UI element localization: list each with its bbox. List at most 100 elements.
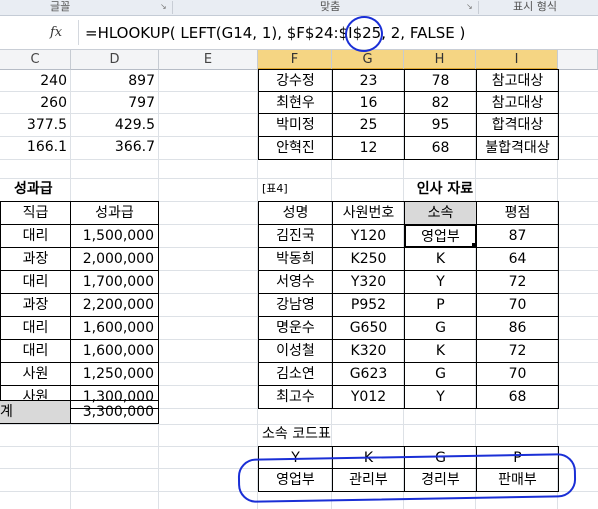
table-cell[interactable]: P <box>404 293 477 317</box>
cell-value[interactable]: 240 <box>0 70 71 92</box>
table-header[interactable]: 사원번호 <box>332 201 405 225</box>
cell-value[interactable]: 166.1 <box>0 136 71 158</box>
column-header-h[interactable]: H <box>404 50 476 70</box>
table-cell[interactable]: 사원 <box>0 362 71 386</box>
column-header-j[interactable] <box>558 50 598 70</box>
table-cell[interactable]: 박미정 <box>258 113 333 137</box>
table-cell[interactable]: 이성철 <box>258 339 333 363</box>
table-cell[interactable]: 1,600,000 <box>70 316 159 340</box>
table-cell[interactable]: 12 <box>332 136 405 160</box>
formula-input[interactable]: =HLOOKUP( LEFT(G14, 1), $F$24:$I$25, 2, … <box>85 24 465 42</box>
table-cell[interactable]: 합격대상 <box>476 113 559 137</box>
table-cell[interactable]: 64 <box>476 247 559 271</box>
table-cell[interactable]: 김소연 <box>258 362 333 386</box>
table-header[interactable]: 성명 <box>258 201 333 225</box>
cell-value[interactable]: 366.7 <box>71 136 159 158</box>
table-cell[interactable]: G <box>404 362 477 386</box>
table-header[interactable]: 성과급 <box>70 201 159 225</box>
table-cell[interactable]: 2,000,000 <box>70 247 159 271</box>
cell-value[interactable]: 260 <box>0 92 71 114</box>
table-header[interactable]: 직급 <box>0 201 71 225</box>
table-cell[interactable]: 강남영 <box>258 293 333 317</box>
table-cell[interactable]: Y <box>404 270 477 294</box>
code-table-title: 소속 코드표 <box>262 426 331 442</box>
table-header[interactable]: 소속 <box>404 201 477 225</box>
table-cell[interactable]: 대리 <box>0 270 71 294</box>
table-cell[interactable]: 김진국 <box>258 224 333 248</box>
table-cell[interactable]: 16 <box>332 91 405 114</box>
table-cell[interactable]: 서영수 <box>258 270 333 294</box>
table-cell[interactable]: Y <box>404 385 477 409</box>
table-cell[interactable]: K320 <box>332 339 405 363</box>
table-cell[interactable]: 82 <box>404 91 477 114</box>
table-cell[interactable]: 23 <box>332 69 405 92</box>
table-cell[interactable]: 1,250,000 <box>70 362 159 386</box>
table-cell[interactable]: 70 <box>476 293 559 317</box>
table-cell[interactable]: 95 <box>404 113 477 137</box>
table-cell[interactable]: 68 <box>404 136 477 160</box>
column-header-c[interactable]: C <box>0 50 71 70</box>
table-cell[interactable]: 강수정 <box>258 69 333 92</box>
annotation-loop <box>237 453 577 503</box>
active-cell[interactable]: 영업부 <box>404 224 477 248</box>
cell-value[interactable]: 377.5 <box>0 114 71 136</box>
hr-title: 인사 자료 <box>416 181 474 197</box>
table-cell[interactable]: 안혁진 <box>258 136 333 160</box>
column-header-i[interactable]: I <box>476 50 558 70</box>
table-cell[interactable]: G <box>404 316 477 340</box>
ribbon-group-alignment[interactable]: 맞춤 <box>320 0 340 14</box>
table-cell[interactable]: 1,500,000 <box>70 224 159 248</box>
table-cell[interactable]: 68 <box>476 385 559 409</box>
table-cell[interactable]: 87 <box>476 224 559 248</box>
table-cell[interactable]: 최현우 <box>258 91 333 114</box>
table-cell[interactable]: 명운수 <box>258 316 333 340</box>
table-cell[interactable]: 86 <box>476 316 559 340</box>
ribbon-separator <box>478 1 479 14</box>
table-cell[interactable]: G623 <box>332 362 405 386</box>
table-cell[interactable]: 1,600,000 <box>70 339 159 363</box>
table-cell[interactable]: G650 <box>332 316 405 340</box>
table-cell[interactable]: 2,200,000 <box>70 293 159 317</box>
formula-divider <box>78 20 79 45</box>
cell-value[interactable]: 897 <box>71 70 159 92</box>
table-cell[interactable]: 72 <box>476 339 559 363</box>
dialog-launcher-icon[interactable]: ↘ <box>160 0 168 11</box>
cell-value[interactable]: 797 <box>71 92 159 114</box>
insert-function-icon[interactable]: fx <box>50 25 62 40</box>
table-cell[interactable]: Y120 <box>332 224 405 248</box>
table-cell[interactable]: 참고대상 <box>476 69 559 92</box>
table-cell[interactable]: P952 <box>332 293 405 317</box>
table-cell[interactable]: 25 <box>332 113 405 137</box>
ribbon-group-bar: 글꼴 ↘ 맞춤 ↘ 표시 형식 <box>0 0 598 16</box>
table-cell[interactable]: 참고대상 <box>476 91 559 114</box>
total-label-cell[interactable]: 계 <box>0 400 71 424</box>
table-cell[interactable]: K <box>404 247 477 271</box>
bonus-title: 성과급 <box>14 181 53 197</box>
table-cell[interactable]: 불합격대상 <box>476 136 559 160</box>
table-cell[interactable]: 대리 <box>0 316 71 340</box>
column-header-d[interactable]: D <box>71 50 159 70</box>
cell-value[interactable]: 429.5 <box>71 114 159 136</box>
dialog-launcher-icon[interactable]: ↘ <box>466 0 474 11</box>
table-cell[interactable]: 72 <box>476 270 559 294</box>
column-header-f[interactable]: F <box>258 50 332 70</box>
table-cell[interactable]: 78 <box>404 69 477 92</box>
ribbon-group-font[interactable]: 글꼴 <box>50 0 70 14</box>
table-cell[interactable]: 70 <box>476 362 559 386</box>
table-cell[interactable]: 최고수 <box>258 385 333 409</box>
table-cell[interactable]: 대리 <box>0 339 71 363</box>
table-cell[interactable]: K250 <box>332 247 405 271</box>
table-cell[interactable]: K <box>404 339 477 363</box>
table-cell[interactable]: 대리 <box>0 224 71 248</box>
table-cell[interactable]: 과장 <box>0 293 71 317</box>
table-cell[interactable]: Y320 <box>332 270 405 294</box>
table-cell[interactable]: Y012 <box>332 385 405 409</box>
ribbon-group-number-format[interactable]: 표시 형식 <box>513 0 557 14</box>
table-cell[interactable]: 박동희 <box>258 247 333 271</box>
table-header[interactable]: 평점 <box>476 201 559 225</box>
table-cell[interactable]: 과장 <box>0 247 71 271</box>
table-cell[interactable]: 1,700,000 <box>70 270 159 294</box>
total-value-cell[interactable]: 3,300,000 <box>70 400 159 424</box>
column-header-e[interactable]: E <box>159 50 258 70</box>
column-header-g[interactable]: G <box>332 50 404 70</box>
